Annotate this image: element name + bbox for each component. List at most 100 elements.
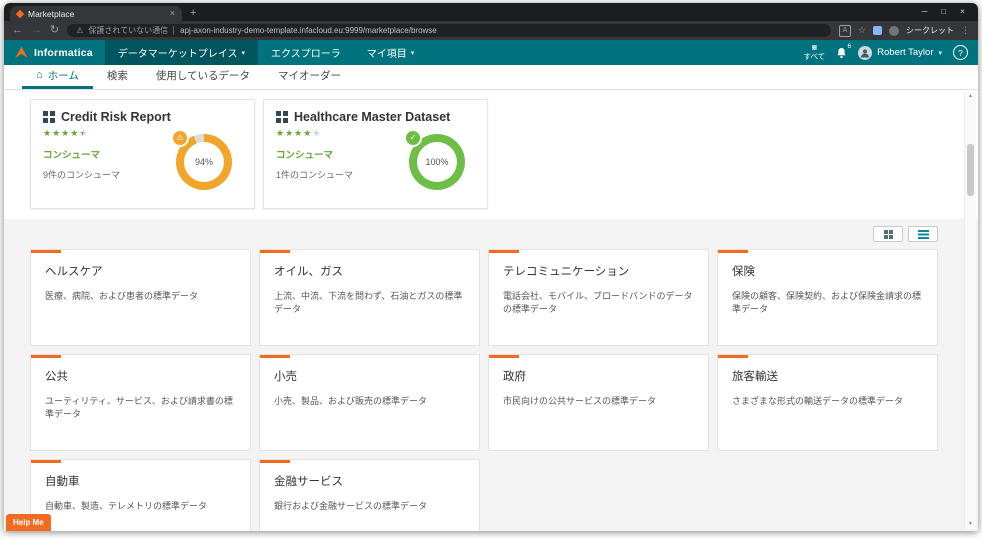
- incognito-label: シークレット: [906, 25, 954, 36]
- category-description: 医療、病院、および患者の標準データ: [45, 290, 236, 303]
- tab-data-in-use[interactable]: 使用しているデータ: [142, 65, 264, 89]
- category-title: 公共: [45, 368, 236, 384]
- category-description: 上流、中流、下流を問わず、石油とガスの標準データ: [274, 290, 465, 316]
- category-description: 保険の顧客、保険契約、および保険金請求の標準データ: [732, 290, 923, 316]
- category-description: ユーティリティ、サービス、および請求書の標準データ: [45, 395, 236, 421]
- completeness-donut: ✓ 100%: [409, 134, 465, 190]
- category-description: 電話会社、モバイル、ブロードバンドのデータの標準データ: [503, 290, 694, 316]
- translate-icon[interactable]: A: [839, 25, 851, 37]
- card-accent: [260, 355, 290, 358]
- extension-icon[interactable]: [873, 26, 882, 35]
- category-card[interactable]: オイル、ガス 上流、中流、下流を問わず、石油とガスの標準データ: [259, 249, 480, 346]
- nav-explorer[interactable]: エクスプローラ: [258, 40, 354, 65]
- star-icon: ★: [294, 129, 302, 138]
- category-card[interactable]: ヘルスケア 医療、病院、および患者の標準データ: [30, 249, 251, 346]
- all-filter-button[interactable]: ▦ すべて: [803, 45, 825, 61]
- bookmark-star-icon[interactable]: ☆: [858, 26, 866, 35]
- minimize-button[interactable]: ─: [915, 3, 934, 21]
- tab-label: マイオーダー: [278, 68, 341, 83]
- nav-data-marketplace[interactable]: データマーケットプレイス ▾: [105, 40, 258, 65]
- category-description: 銀行および金融サービスの標準データ: [274, 500, 465, 513]
- incognito-icon: [889, 26, 899, 36]
- scroll-down-icon[interactable]: ▼: [965, 520, 976, 529]
- card-accent: [31, 355, 61, 358]
- star-icon: ★: [276, 129, 284, 138]
- tab-close-icon[interactable]: ×: [170, 9, 175, 18]
- star-icon: ★: [61, 129, 69, 138]
- scroll-up-icon[interactable]: ▲: [965, 92, 976, 101]
- back-icon[interactable]: ←: [12, 25, 23, 36]
- category-title: 自動車: [45, 473, 236, 489]
- scrollbar-thumb[interactable]: [967, 144, 974, 196]
- url-text: apj-axon-industry-demo-template.infaclou…: [173, 26, 437, 35]
- category-card[interactable]: 自動車 自動車、製造、テレメトリの標準データ: [30, 459, 251, 531]
- star-icon: ★: [312, 129, 320, 138]
- category-card[interactable]: 旅客輸送 さまざまな形式の輸送データの標準データ: [717, 354, 938, 451]
- nav-label: データマーケットプレイス: [118, 45, 238, 60]
- window-close-button[interactable]: ×: [953, 3, 972, 21]
- browser-menu-icon[interactable]: ⋮: [961, 26, 970, 35]
- card-accent: [718, 355, 748, 358]
- category-title: 金融サービス: [274, 473, 465, 489]
- scrollbar[interactable]: ▲ ▼: [964, 92, 976, 529]
- list-view-icon: [918, 230, 929, 239]
- star-icon: ★: [52, 129, 60, 138]
- reload-icon[interactable]: ↻: [50, 25, 59, 36]
- chevron-down-icon: ▾: [242, 49, 246, 57]
- all-filter-label: すべて: [803, 53, 825, 61]
- card-accent: [260, 460, 290, 463]
- category-card[interactable]: 小売 小売、製品、および販売の標準データ: [259, 354, 480, 451]
- category-card[interactable]: 公共 ユーティリティ、サービス、および請求書の標準データ: [30, 354, 251, 451]
- tab-title: Marketplace: [28, 9, 165, 19]
- featured-section: Credit Risk Report ★ ★ ★ ★ ★ コンシューマ 9件のコ…: [4, 90, 978, 219]
- help-me-button[interactable]: Help Me: [6, 514, 51, 531]
- category-card[interactable]: テレコミュニケーション 電話会社、モバイル、ブロードバンドのデータの標準データ: [488, 249, 709, 346]
- category-title: ヘルスケア: [45, 263, 236, 279]
- category-description: 自動車、製造、テレメトリの標準データ: [45, 500, 236, 513]
- tab-home[interactable]: ⌂ ホーム: [22, 65, 93, 89]
- category-description: 市民向けの公共サービスの標準データ: [503, 395, 694, 408]
- help-button[interactable]: ?: [953, 45, 968, 60]
- user-menu[interactable]: Robert Taylor ▾: [858, 46, 942, 60]
- brand: Informatica: [4, 40, 105, 65]
- featured-card[interactable]: Credit Risk Report ★ ★ ★ ★ ★ コンシューマ 9件のコ…: [30, 99, 255, 209]
- star-icon: ★: [79, 129, 87, 138]
- category-title: 旅客輸送: [732, 368, 923, 384]
- person-icon: [860, 48, 870, 58]
- nav-my-items[interactable]: マイ項目 ▾: [354, 40, 428, 65]
- security-label: 保護されていない通信: [88, 25, 168, 36]
- category-card[interactable]: 政府 市民向けの公共サービスの標準データ: [488, 354, 709, 451]
- featured-card[interactable]: Healthcare Master Dataset ★ ★ ★ ★ ★ コンシュ…: [263, 99, 488, 209]
- star-icon: ★: [43, 129, 51, 138]
- maximize-button[interactable]: □: [934, 3, 953, 21]
- tab-label: ホーム: [48, 68, 79, 83]
- window-controls: ─ □ ×: [915, 3, 972, 21]
- category-card[interactable]: 保険 保険の顧客、保険契約、および保険金請求の標準データ: [717, 249, 938, 346]
- tab-my-orders[interactable]: マイオーダー: [264, 65, 355, 89]
- featured-title: Credit Risk Report: [61, 110, 171, 124]
- tab-search[interactable]: 検索: [93, 65, 142, 89]
- warning-badge-icon: ⚠: [171, 129, 189, 147]
- chevron-down-icon: ▾: [938, 49, 942, 57]
- app-header-right: ▦ すべて 6 Robert Taylor ▾ ?: [803, 40, 978, 65]
- category-title: オイル、ガス: [274, 263, 465, 279]
- dataset-icon: [276, 111, 288, 123]
- browser-tab[interactable]: Marketplace ×: [10, 6, 182, 21]
- star-icon: ★: [285, 129, 293, 138]
- forward-icon[interactable]: →: [31, 25, 42, 36]
- category-description: さまざまな形式の輸送データの標準データ: [732, 395, 923, 408]
- card-accent: [260, 250, 290, 253]
- new-tab-button[interactable]: +: [190, 8, 196, 19]
- category-card[interactable]: 金融サービス 銀行および金融サービスの標準データ: [259, 459, 480, 531]
- grid-view-button[interactable]: [873, 226, 903, 242]
- view-toggles: [4, 219, 978, 249]
- star-icon: ★: [70, 129, 78, 138]
- notification-count-badge: 6: [848, 43, 852, 50]
- address-bar[interactable]: ⚠ 保護されていない通信 apj-axon-industry-demo-temp…: [67, 24, 831, 37]
- brand-name: Informatica: [34, 47, 93, 59]
- list-view-button[interactable]: [908, 226, 938, 242]
- notifications-button[interactable]: 6: [836, 47, 847, 59]
- tab-label: 検索: [107, 68, 128, 83]
- star-icon: ★: [303, 129, 311, 138]
- question-icon: ?: [958, 48, 963, 58]
